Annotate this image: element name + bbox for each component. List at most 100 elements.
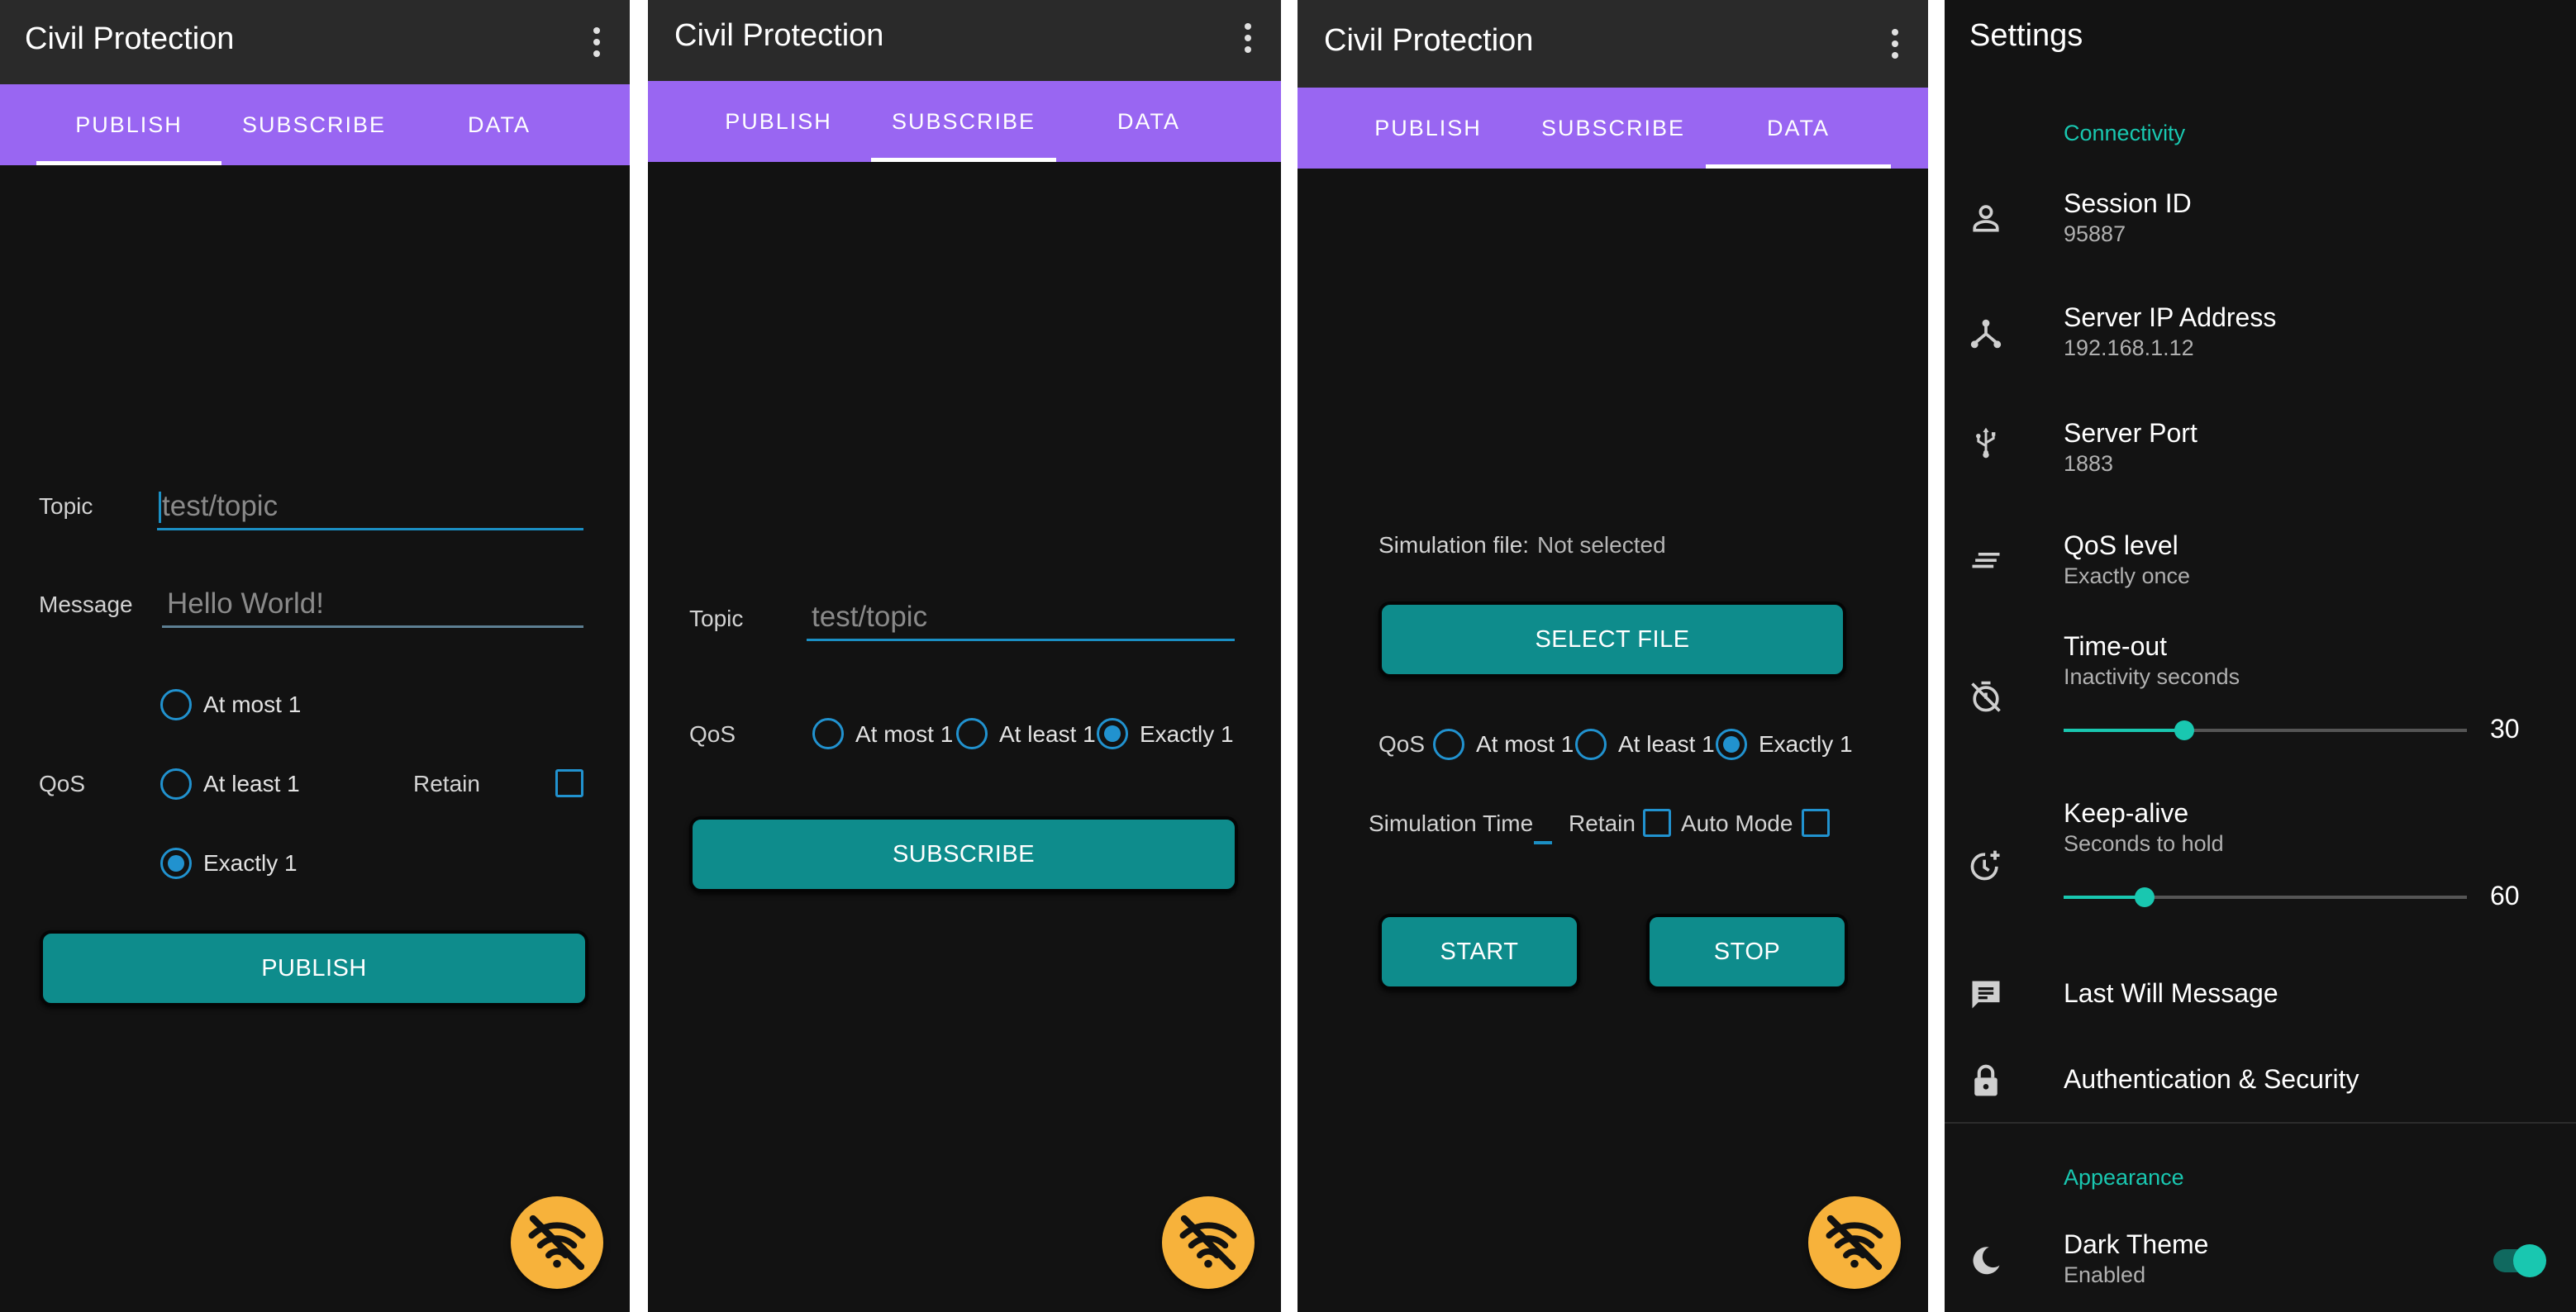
qos-exactly-1-label: Exactly 1 xyxy=(1759,731,1853,757)
clock-plus-icon xyxy=(1970,850,2000,881)
server-ip-setting[interactable]: Server IP Address 192.168.1.12 xyxy=(1945,289,2576,372)
server-port-setting[interactable]: Server Port 1883 xyxy=(1945,403,2576,486)
dark-theme-toggle[interactable] xyxy=(2493,1244,2546,1277)
tab-subscribe[interactable]: SUBSCRIBE xyxy=(221,84,407,165)
publish-button[interactable]: PUBLISH xyxy=(40,930,588,1006)
auth-security-setting[interactable]: Authentication & Security xyxy=(1945,1049,2576,1112)
auth-security-title: Authentication & Security xyxy=(2064,1064,2359,1094)
overflow-menu-icon[interactable] xyxy=(588,24,605,60)
qos-exactly-1-label: Exactly 1 xyxy=(1140,721,1234,747)
server-port-value: 1883 xyxy=(2064,451,2114,476)
person-icon xyxy=(1973,205,1999,232)
subscribe-button[interactable]: SUBSCRIBE xyxy=(689,816,1238,892)
qos-at-most-1-label: At most 1 xyxy=(855,721,954,747)
timeout-slider-thumb[interactable] xyxy=(2174,720,2195,740)
qos-exactly-1-radio[interactable] xyxy=(1097,718,1128,749)
simulation-file-label: Simulation file: xyxy=(1378,532,1530,558)
topic-label: Topic xyxy=(689,606,744,631)
qos-at-least-1-radio[interactable] xyxy=(956,718,988,749)
qos-exactly-1-radio[interactable] xyxy=(160,848,192,879)
retain-checkbox[interactable] xyxy=(555,769,583,797)
tab-subscribe[interactable]: SUBSCRIBE xyxy=(1521,88,1706,169)
qos-at-least-1-label: At least 1 xyxy=(999,721,1096,747)
wifi-off-icon xyxy=(1826,1215,1883,1271)
text-cursor xyxy=(159,492,161,523)
usb-icon xyxy=(1976,427,1996,459)
server-ip-value: 192.168.1.12 xyxy=(2064,335,2194,360)
session-id-title: Session ID xyxy=(2064,188,2192,218)
app-title: Civil Protection xyxy=(674,18,884,53)
tab-bar: PUBLISH SUBSCRIBE DATA xyxy=(1298,88,1928,169)
topic-input[interactable]: test/topic xyxy=(807,593,1235,641)
last-will-setting[interactable]: Last Will Message xyxy=(1945,963,2576,1026)
tab-bar: PUBLISH SUBSCRIBE DATA xyxy=(648,81,1281,162)
topic-label: Topic xyxy=(39,493,93,519)
qos-level-value: Exactly once xyxy=(2064,563,2191,588)
qos-at-most-1-radio[interactable] xyxy=(812,718,844,749)
timeout-title: Time-out xyxy=(2064,631,2168,661)
qos-at-most-1-radio[interactable] xyxy=(160,689,192,720)
qos-at-least-1-radio[interactable] xyxy=(160,768,192,800)
qos-at-least-1-label: At least 1 xyxy=(1618,731,1715,757)
connection-fab[interactable] xyxy=(1162,1196,1255,1289)
tab-data[interactable]: DATA xyxy=(407,84,592,165)
topic-input[interactable]: test/topic xyxy=(157,482,583,530)
message-icon xyxy=(1972,981,2000,1009)
last-will-title: Last Will Message xyxy=(2064,978,2278,1008)
retain-label: Retain xyxy=(1569,810,1636,836)
simulation-time-label: Simulation Time xyxy=(1369,810,1534,836)
tab-data[interactable]: DATA xyxy=(1056,81,1241,162)
simulation-time-input[interactable] xyxy=(1534,841,1552,844)
dark-theme-setting[interactable]: Dark Theme Enabled xyxy=(1945,1223,2576,1305)
wifi-off-icon xyxy=(1179,1215,1237,1271)
session-id-setting[interactable]: Session ID 95887 xyxy=(1945,174,2576,256)
qos-exactly-1-label: Exactly 1 xyxy=(203,850,298,876)
keepalive-title: Keep-alive xyxy=(2064,798,2189,828)
timeout-slider[interactable] xyxy=(2064,720,2467,740)
start-button[interactable]: START xyxy=(1378,914,1580,990)
qos-label: QoS xyxy=(39,771,86,796)
connection-fab[interactable] xyxy=(511,1196,603,1289)
auto-mode-label: Auto Mode xyxy=(1681,810,1793,836)
server-ip-title: Server IP Address xyxy=(2064,302,2277,332)
message-label: Message xyxy=(39,592,133,617)
qos-level-setting[interactable]: QoS level Exactly once xyxy=(1945,517,2576,600)
app-bar: Civil Protection xyxy=(1298,0,1928,88)
simulation-file-value: Not selected xyxy=(1537,532,1666,558)
stop-button[interactable]: STOP xyxy=(1646,914,1848,990)
message-input[interactable]: Hello World! xyxy=(162,578,583,628)
tab-publish[interactable]: PUBLISH xyxy=(1336,88,1521,169)
keepalive-slider-thumb[interactable] xyxy=(2134,887,2155,907)
keepalive-slider[interactable] xyxy=(2064,887,2467,907)
data-screen: Civil Protection PUBLISH SUBSCRIBE DATA … xyxy=(1298,0,1928,1312)
retain-label: Retain xyxy=(413,771,480,796)
auto-mode-checkbox[interactable] xyxy=(1802,809,1830,837)
tab-publish[interactable]: PUBLISH xyxy=(686,81,871,162)
qos-label: QoS xyxy=(689,721,736,747)
lock-icon xyxy=(1974,1064,1997,1096)
timer-off-icon xyxy=(1971,681,2001,712)
server-port-title: Server Port xyxy=(2064,418,2197,448)
lines-icon xyxy=(1972,553,2000,568)
timeout-value: 30 xyxy=(2490,714,2520,744)
subscribe-screen: Civil Protection PUBLISH SUBSCRIBE DATA … xyxy=(648,0,1281,1312)
overflow-menu-icon[interactable] xyxy=(1887,26,1903,62)
qos-at-most-1-label: At most 1 xyxy=(203,692,302,717)
retain-checkbox[interactable] xyxy=(1643,809,1671,837)
tab-data[interactable]: DATA xyxy=(1706,88,1891,169)
keepalive-subtitle: Seconds to hold xyxy=(2064,831,2224,856)
qos-at-least-1-radio[interactable] xyxy=(1575,729,1607,760)
connection-fab[interactable] xyxy=(1808,1196,1901,1289)
tab-subscribe[interactable]: SUBSCRIBE xyxy=(871,81,1056,162)
overflow-menu-icon[interactable] xyxy=(1240,20,1256,56)
network-icon xyxy=(1970,319,2002,349)
select-file-button[interactable]: SELECT FILE xyxy=(1378,601,1846,677)
qos-at-most-1-radio[interactable] xyxy=(1433,729,1464,760)
qos-level-title: QoS level xyxy=(2064,530,2178,560)
moon-icon xyxy=(1973,1247,2000,1275)
wifi-off-icon xyxy=(528,1215,586,1271)
keepalive-value: 60 xyxy=(2490,881,2520,910)
tab-publish[interactable]: PUBLISH xyxy=(36,84,221,165)
dark-theme-title: Dark Theme xyxy=(2064,1229,2209,1259)
qos-exactly-1-radio[interactable] xyxy=(1716,729,1747,760)
